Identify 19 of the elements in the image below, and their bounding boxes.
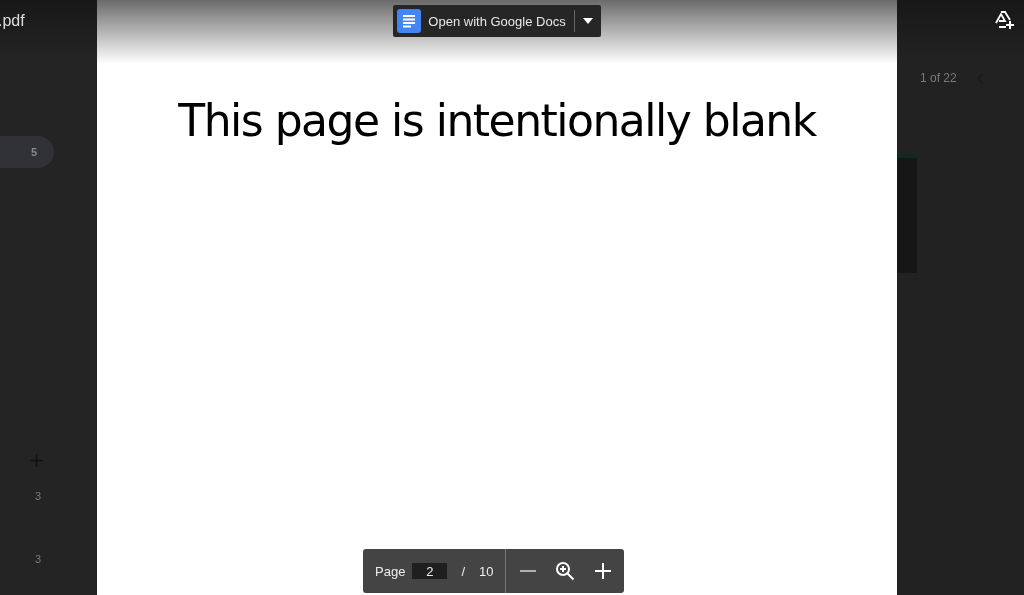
count-label: 3 bbox=[35, 490, 43, 502]
page-counter: 1 of 22 bbox=[920, 71, 957, 85]
page-number-field[interactable]: 2 bbox=[412, 563, 448, 579]
page-separator: / bbox=[461, 563, 465, 579]
page-total: 10 bbox=[479, 563, 494, 579]
caret-icon[interactable] bbox=[582, 18, 593, 24]
zoom-in-button[interactable] bbox=[594, 562, 613, 580]
count-label: 3 bbox=[35, 553, 43, 565]
zoom-button[interactable] bbox=[554, 560, 577, 582]
count-badge[interactable]: 5 bbox=[0, 136, 54, 168]
plus-icon bbox=[594, 562, 613, 580]
zoom-in-icon bbox=[554, 560, 577, 582]
page-label: Page bbox=[375, 563, 406, 579]
page-heading: This page is intentionally blank bbox=[178, 95, 816, 146]
minus-icon bbox=[520, 570, 537, 572]
document-icon bbox=[397, 9, 422, 33]
open-with-button[interactable]: Open with Google Docs bbox=[393, 5, 601, 37]
drive-add-icon[interactable] bbox=[993, 9, 1015, 31]
file-title: .pdf bbox=[0, 11, 26, 31]
